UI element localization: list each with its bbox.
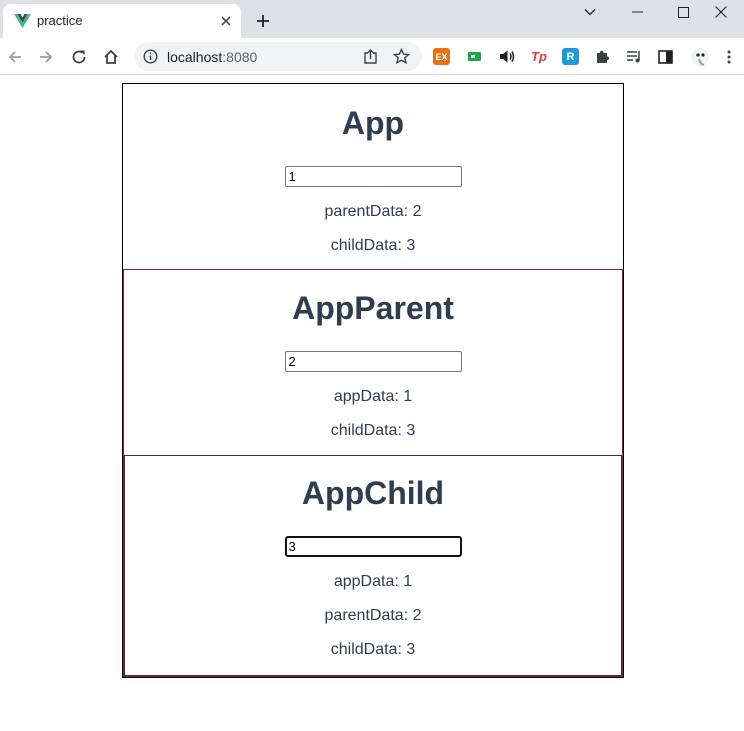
close-window-button[interactable] <box>698 0 744 24</box>
reload-icon <box>72 50 86 64</box>
page-viewport: App parentData: 2 childData: 3 AppParent… <box>0 76 744 731</box>
star-icon[interactable] <box>393 48 410 65</box>
app-data-input[interactable] <box>284 166 462 187</box>
close-icon <box>221 16 231 26</box>
plus-icon <box>257 15 269 27</box>
url-host: localhost <box>167 49 223 65</box>
info-icon[interactable] <box>143 49 158 64</box>
profile-avatar[interactable] <box>690 47 710 66</box>
home-icon <box>104 49 118 64</box>
speaker-extension-icon[interactable] <box>498 48 515 65</box>
speaker-icon <box>499 50 514 63</box>
green-extension-icon[interactable] <box>466 48 483 65</box>
tp-extension-label: Tp <box>531 49 547 64</box>
child-app-data-text: appData: 1 <box>333 573 413 590</box>
close-tab-button[interactable] <box>217 12 235 30</box>
app-parent-title: AppParent <box>292 290 454 326</box>
tab-search-button[interactable] <box>567 0 613 24</box>
side-panel-button[interactable] <box>657 48 674 65</box>
arrow-right-icon <box>40 51 53 63</box>
maximize-icon <box>677 6 689 18</box>
media-list-icon <box>626 50 640 62</box>
reload-button[interactable] <box>66 44 92 70</box>
app-parent-data-text: parentData: 2 <box>324 203 422 220</box>
side-panel-icon <box>658 49 673 64</box>
back-button[interactable] <box>2 44 28 70</box>
app-child-data-text: childData: 3 <box>330 237 416 254</box>
chevron-down-icon <box>584 9 596 16</box>
avatar-icon <box>691 47 709 66</box>
url-text[interactable]: localhost:8080 <box>167 49 257 65</box>
tab-title: practice <box>37 13 83 28</box>
app-title: App <box>341 105 405 141</box>
parent-app-data-text: appData: 1 <box>333 388 413 405</box>
home-button[interactable] <box>98 44 124 70</box>
browser-toolbar: localhost:8080 EX Tp R <box>0 38 744 75</box>
puzzle-icon <box>597 50 610 63</box>
minimize-icon <box>631 11 643 13</box>
close-icon <box>715 6 727 18</box>
parent-child-data-text: childData: 3 <box>330 422 416 439</box>
app-child-title: AppChild <box>301 475 445 511</box>
kebab-menu-icon <box>727 50 731 63</box>
browser-menu-button[interactable] <box>722 48 736 65</box>
new-tab-button[interactable] <box>252 10 274 32</box>
ex-extension-icon[interactable]: EX <box>433 48 450 65</box>
r-extension-icon[interactable]: R <box>562 48 579 65</box>
child-data-input[interactable] <box>284 536 462 557</box>
green-extension-glyph <box>468 52 481 61</box>
tab-strip: practice <box>0 0 744 38</box>
extensions-button[interactable] <box>594 48 611 65</box>
tp-extension-icon[interactable]: Tp <box>529 48 549 65</box>
parent-data-input[interactable] <box>284 351 462 372</box>
forward-button[interactable] <box>33 44 59 70</box>
arrow-left-icon <box>8 51 21 63</box>
vue-logo-icon <box>14 14 31 28</box>
share-icon[interactable] <box>362 48 379 65</box>
child-parent-data-text: parentData: 2 <box>324 607 422 624</box>
url-port: :8080 <box>222 49 258 65</box>
child-child-data-text: childData: 3 <box>330 641 416 658</box>
reading-list-button[interactable] <box>625 48 642 65</box>
app-child-component: AppChild appData: 1 parentData: 2 childD… <box>124 455 622 676</box>
r-extension-label: R <box>566 50 575 63</box>
address-bar[interactable]: localhost:8080 <box>134 42 422 71</box>
browser-tab[interactable]: practice <box>3 4 241 38</box>
ex-extension-label: EX <box>435 51 448 62</box>
minimize-button[interactable] <box>614 0 660 24</box>
